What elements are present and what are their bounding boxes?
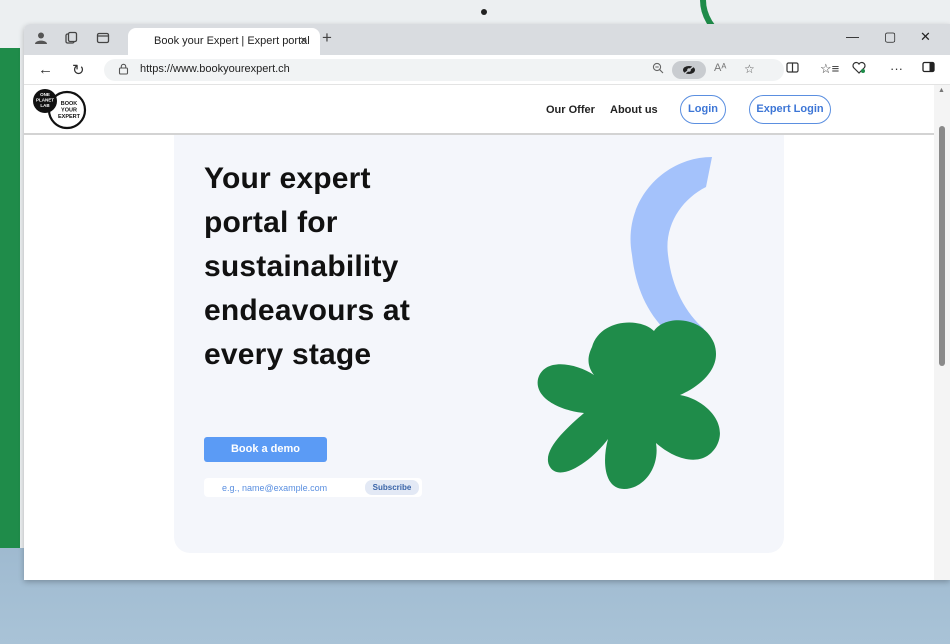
logo-text: BOOK (61, 101, 78, 107)
nav-our-offer[interactable]: Our Offer (546, 104, 595, 116)
page-scrollbar[interactable]: ▲ (934, 85, 950, 580)
close-window-button[interactable]: ✕ (920, 29, 931, 45)
logo-text: PLANET (36, 98, 54, 103)
workspaces-icon[interactable] (62, 31, 80, 49)
scroll-up-arrow-icon[interactable]: ▲ (938, 87, 945, 94)
tab-close-icon[interactable]: × (300, 33, 307, 47)
logo-text: EXPERT (58, 114, 81, 120)
tab-title: Book your Expert | Expert portal (154, 35, 310, 47)
split-screen-icon[interactable] (786, 61, 799, 77)
zoom-icon[interactable] (652, 62, 664, 77)
blue-arc-shape (630, 157, 712, 343)
back-arrow-icon[interactable]: ← (38, 61, 53, 78)
hero-section: Your expert portal for sustainability en… (174, 133, 784, 553)
nav-about-us[interactable]: About us (610, 104, 658, 116)
decorative-shapes (537, 157, 720, 489)
sidebar-icon[interactable] (922, 61, 935, 76)
maximize-button[interactable]: ▢ (884, 29, 896, 45)
expert-login-button[interactable]: Expert Login (749, 95, 831, 124)
headline-line: Your expert (204, 162, 371, 195)
headline-line: portal for (204, 206, 338, 239)
refresh-icon[interactable]: ↻ (72, 61, 85, 79)
site-header: ONE PLANET LAB BOOK YOUR EXPERT Our Offe… (24, 85, 934, 135)
web-page: Your expert portal for sustainability en… (24, 85, 950, 580)
lock-icon[interactable] (118, 63, 129, 78)
book-your-expert-logo[interactable]: ONE PLANET LAB BOOK YOUR EXPERT (30, 87, 88, 131)
headline-line: sustainability (204, 250, 399, 283)
browser-window: Book your Expert | Expert portal × + — ▢… (24, 24, 950, 580)
headline-line: endeavours at (204, 294, 411, 327)
tab-actions-icon[interactable] (94, 31, 112, 49)
logo-text: YOUR (61, 108, 77, 114)
tracking-prevention-icon[interactable] (672, 61, 706, 79)
favorite-star-icon[interactable]: ☆ (744, 62, 755, 76)
login-button[interactable]: Login (680, 95, 726, 124)
profile-icon[interactable] (32, 31, 50, 49)
email-input[interactable] (204, 478, 364, 497)
logo-text: LAB (40, 103, 50, 108)
newsletter-form: Subscribe (204, 478, 422, 497)
favorites-list-icon[interactable]: ☆≡ (820, 61, 839, 77)
minimize-button[interactable]: — (846, 29, 859, 44)
active-tab[interactable]: Book your Expert | Expert portal × (128, 28, 320, 55)
laptop-camera (481, 9, 487, 15)
green-leaf-shape (537, 320, 720, 489)
book-demo-button[interactable]: Book a demo (204, 437, 327, 462)
url-text: https://www.bookyourexpert.ch (140, 63, 290, 75)
scrollbar-thumb[interactable] (939, 126, 945, 366)
hero-headline: Your expert portal for sustainability en… (204, 157, 484, 377)
logo-text: ONE (40, 92, 50, 97)
more-options-icon[interactable]: ··· (890, 61, 903, 76)
address-bar: ← ↻ https://www.bookyourexpert.ch Aᴬ ☆ ☆… (24, 55, 950, 85)
backdrop-green-strip (0, 48, 20, 578)
headline-line: every stage (204, 338, 372, 371)
browser-essentials-icon[interactable] (852, 61, 866, 77)
tab-bar: Book your Expert | Expert portal × + — ▢… (24, 24, 950, 55)
new-tab-button[interactable]: + (322, 28, 332, 48)
url-field[interactable]: https://www.bookyourexpert.ch Aᴬ ☆ (104, 59, 784, 81)
read-aloud-icon[interactable]: Aᴬ (714, 62, 726, 74)
subscribe-button[interactable]: Subscribe (365, 480, 419, 495)
